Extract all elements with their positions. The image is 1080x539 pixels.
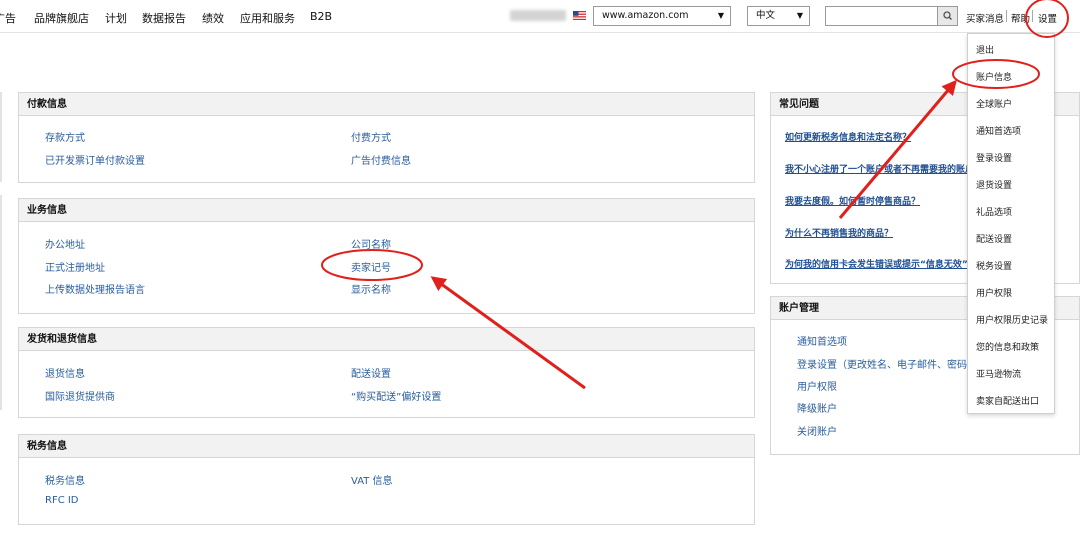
chevron-down-icon: ▼ — [796, 11, 803, 20]
nav-plans[interactable]: 计划 — [105, 10, 127, 26]
rfc-id-link[interactable]: RFC ID — [45, 495, 79, 506]
search-input[interactable] — [825, 6, 938, 26]
divider — [1006, 10, 1007, 22]
nav-performance[interactable]: 绩效 — [202, 10, 224, 26]
tax-info-panel: 税务信息 税务信息 VAT 信息 RFC ID — [18, 434, 755, 525]
faq-link[interactable]: 如何更新税务信息和法定名称？ — [785, 130, 911, 143]
nav-advertising[interactable]: 广告 — [0, 10, 16, 26]
menu-item-login-settings[interactable]: 登录设置 — [976, 151, 1012, 164]
divider — [1032, 10, 1033, 22]
us-flag-icon — [573, 11, 586, 20]
buyer-messages-link[interactable]: 买家消息 — [966, 11, 1004, 25]
company-name-link[interactable]: 公司名称 — [351, 236, 391, 251]
ad-payment-info-link[interactable]: 广告付费信息 — [351, 152, 411, 167]
login-settings-link[interactable]: 登录设置（更改姓名、电子邮件、密码） — [797, 356, 977, 371]
menu-item-account-info[interactable]: 账户信息 — [976, 70, 1012, 83]
panel-title: 税务信息 — [19, 435, 754, 458]
deposit-method-link[interactable]: 存款方式 — [45, 129, 85, 144]
menu-item-info-and-policies[interactable]: 您的信息和政策 — [976, 340, 1039, 353]
language-select[interactable]: 中文 ▼ — [747, 6, 810, 26]
user-permissions-link[interactable]: 用户权限 — [797, 378, 837, 393]
nav-apps-services[interactable]: 应用和服务 — [240, 10, 295, 26]
panel-title: 业务信息 — [19, 199, 754, 222]
menu-item-tax-settings[interactable]: 税务设置 — [976, 259, 1012, 272]
nav-b2b[interactable]: B2B — [310, 10, 332, 23]
nav-brand-store[interactable]: 品牌旗舰店 — [34, 10, 89, 26]
marketplace-select[interactable]: www.amazon.com ▼ — [593, 6, 731, 26]
menu-item-fba[interactable]: 亚马逊物流 — [976, 367, 1021, 380]
menu-item-sign-out[interactable]: 退出 — [976, 43, 994, 56]
office-address-link[interactable]: 办公地址 — [45, 236, 85, 251]
faq-link[interactable]: 我要去度假。如何暂时停售商品？ — [785, 194, 920, 207]
payment-info-panel: 付款信息 存款方式 付费方式 已开发票订单付款设置 广告付费信息 — [18, 92, 755, 183]
merchant-token-link[interactable]: 卖家记号 — [351, 259, 391, 274]
upload-report-language-link[interactable]: 上传数据处理报告语言 — [45, 281, 145, 296]
menu-item-gift-options[interactable]: 礼品选项 — [976, 205, 1012, 218]
panel-title: 发货和退货信息 — [19, 328, 754, 351]
close-account-link[interactable]: 关闭账户 — [797, 423, 837, 438]
menu-item-global-accounts[interactable]: 全球账户 — [976, 97, 1012, 110]
search-button[interactable] — [938, 6, 958, 26]
help-link[interactable]: 帮助 — [1011, 11, 1030, 25]
menu-item-mfn-export[interactable]: 卖家自配送出口 — [976, 394, 1039, 407]
display-name-link[interactable]: 显示名称 — [351, 281, 391, 296]
registered-address-link[interactable]: 正式注册地址 — [45, 259, 105, 274]
downgrade-account-link[interactable]: 降级账户 — [797, 400, 837, 415]
top-navigation-bar: 广告 品牌旗舰店 计划 数据报告 绩效 应用和服务 B2B www.amazon… — [0, 0, 1080, 33]
menu-item-user-permissions[interactable]: 用户权限 — [976, 286, 1012, 299]
charge-method-link[interactable]: 付费方式 — [351, 129, 391, 144]
chevron-down-icon: ▼ — [717, 11, 724, 20]
nav-reports[interactable]: 数据报告 — [142, 10, 186, 26]
intl-returns-provider-link[interactable]: 国际退货提供商 — [45, 388, 115, 403]
menu-item-shipping-settings[interactable]: 配送设置 — [976, 232, 1012, 245]
faq-link[interactable]: 为什么不再销售我的商品？ — [785, 226, 893, 239]
vat-info-link[interactable]: VAT 信息 — [351, 472, 393, 487]
menu-item-notification-preferences[interactable]: 通知首选项 — [976, 124, 1021, 137]
blurred-account-name — [510, 10, 566, 21]
notification-preferences-link[interactable]: 通知首选项 — [797, 333, 847, 348]
settings-link[interactable]: 设置 — [1038, 11, 1057, 25]
marketplace-value: www.amazon.com — [602, 10, 689, 21]
menu-item-return-settings[interactable]: 退货设置 — [976, 178, 1012, 191]
tax-info-link[interactable]: 税务信息 — [45, 472, 85, 487]
buy-shipping-preferences-link[interactable]: “购买配送”偏好设置 — [351, 388, 441, 403]
business-info-panel: 业务信息 办公地址 公司名称 正式注册地址 卖家记号 上传数据处理报告语言 显示… — [18, 198, 755, 314]
search-icon — [943, 11, 952, 20]
panel-title: 付款信息 — [19, 93, 754, 116]
shipping-returns-panel: 发货和退货信息 退货信息 配送设置 国际退货提供商 “购买配送”偏好设置 — [18, 327, 755, 418]
sidebar-edge — [0, 92, 2, 182]
menu-item-permissions-history[interactable]: 用户权限历史记录 — [976, 313, 1048, 326]
invoiced-order-settings-link[interactable]: 已开发票订单付款设置 — [45, 152, 145, 167]
sidebar-edge — [0, 195, 2, 410]
settings-dropdown-menu: 退出 账户信息 全球账户 通知首选项 登录设置 退货设置 礼品选项 配送设置 税… — [967, 33, 1055, 414]
faq-link[interactable]: 为何我的信用卡会发生错误或提示“信息无效”？ — [785, 257, 977, 270]
return-info-link[interactable]: 退货信息 — [45, 365, 85, 380]
language-value: 中文 — [756, 10, 776, 21]
shipping-settings-link[interactable]: 配送设置 — [351, 365, 391, 380]
